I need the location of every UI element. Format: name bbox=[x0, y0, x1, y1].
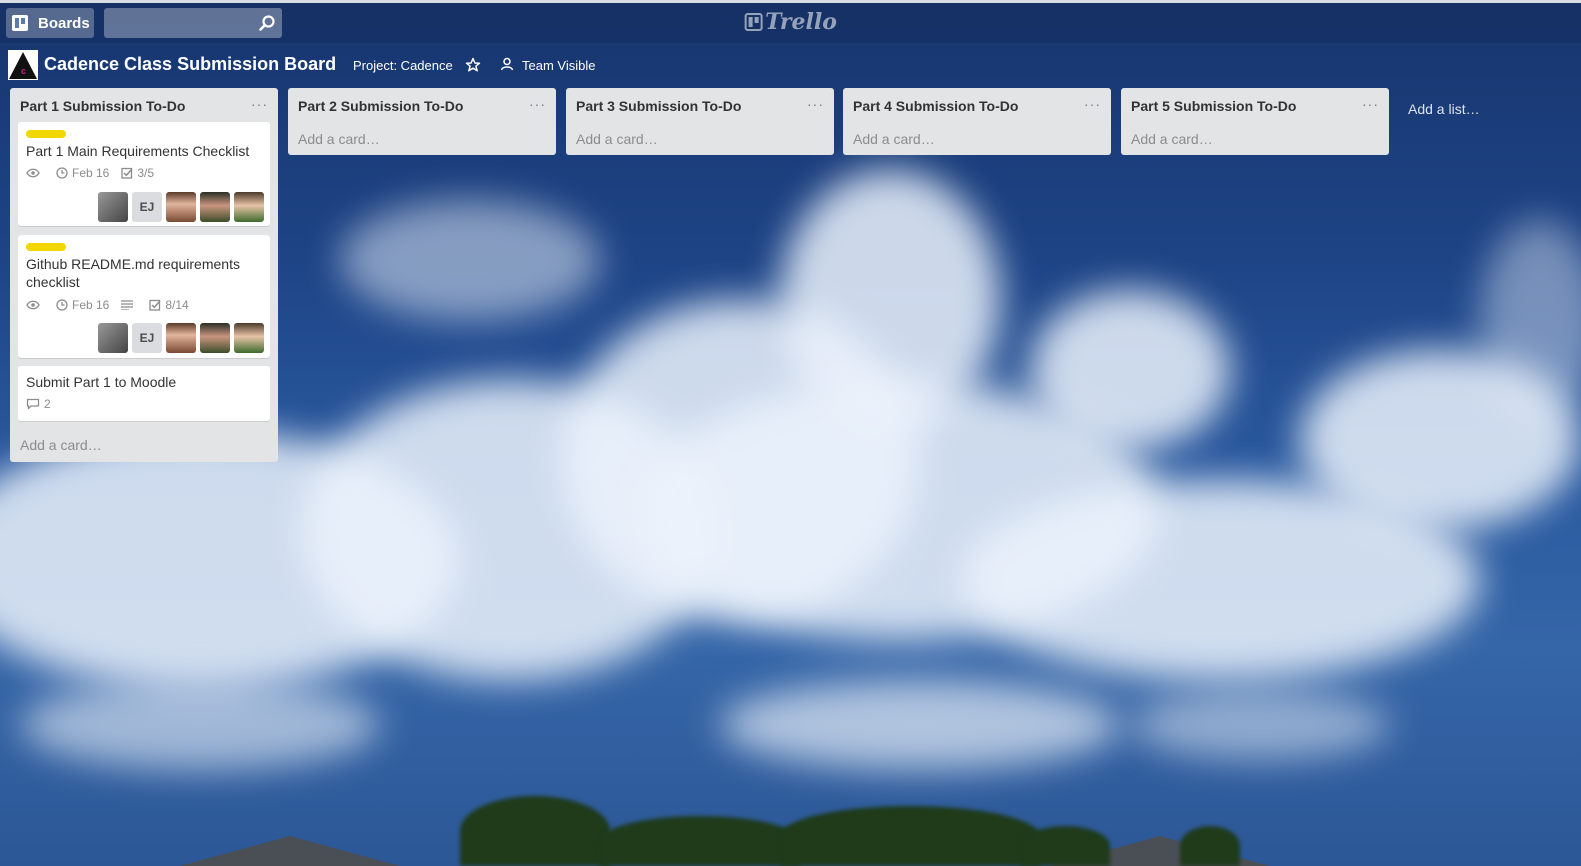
list-part-5: Part 5 Submission To-Do ··· Add a card… bbox=[1121, 88, 1389, 155]
team-icon bbox=[500, 57, 514, 71]
due-date-badge: Feb 16 bbox=[56, 298, 109, 312]
member-avatar[interactable] bbox=[98, 192, 128, 222]
description-badge bbox=[121, 300, 137, 310]
list-menu-button[interactable]: ··· bbox=[1362, 96, 1379, 112]
card-badges: Feb 16 8/14 bbox=[26, 298, 201, 312]
list-menu-button[interactable]: ··· bbox=[1084, 96, 1101, 112]
member-avatar-initials[interactable]: EJ bbox=[132, 323, 162, 353]
card-members: EJ bbox=[94, 323, 264, 353]
list-title[interactable]: Part 1 Submission To-Do bbox=[20, 98, 185, 114]
due-date-badge: Feb 16 bbox=[56, 166, 109, 180]
boards-icon bbox=[12, 15, 28, 31]
search-input[interactable] bbox=[104, 8, 254, 38]
add-list-button[interactable]: Add a list… bbox=[1408, 101, 1480, 117]
card-github-readme-checklist[interactable]: Github README.md requirements checklist … bbox=[18, 235, 270, 358]
due-date-text: Feb 16 bbox=[72, 298, 110, 312]
comment-icon bbox=[26, 398, 40, 410]
checkbox-icon bbox=[121, 167, 133, 179]
board-title[interactable]: Cadence Class Submission Board bbox=[44, 54, 336, 75]
member-avatar[interactable] bbox=[200, 192, 230, 222]
clock-icon bbox=[56, 299, 68, 311]
description-icon bbox=[121, 300, 134, 310]
list-menu-button[interactable]: ··· bbox=[251, 96, 268, 112]
member-avatar[interactable] bbox=[98, 323, 128, 353]
trello-logo-icon bbox=[744, 13, 763, 31]
comment-count: 2 bbox=[44, 397, 51, 411]
trello-logo[interactable]: Trello bbox=[744, 9, 837, 35]
list-part-1: Part 1 Submission To-Do ··· Part 1 Main … bbox=[10, 88, 278, 462]
search-icon[interactable] bbox=[258, 14, 276, 32]
add-card-button[interactable]: Add a card… bbox=[20, 437, 102, 453]
add-card-button[interactable]: Add a card… bbox=[576, 131, 658, 147]
boards-button-label: Boards bbox=[38, 14, 90, 32]
card-badges: 2 bbox=[26, 397, 63, 411]
card-part-1-main-requirements[interactable]: Part 1 Main Requirements Checklist Feb 1… bbox=[18, 122, 270, 226]
add-card-button[interactable]: Add a card… bbox=[853, 131, 935, 147]
member-avatar[interactable] bbox=[234, 192, 264, 222]
eye-icon bbox=[26, 300, 40, 310]
boards-button[interactable]: Boards bbox=[6, 8, 94, 38]
card-title: Submit Part 1 to Moodle bbox=[26, 374, 177, 390]
card-members: EJ bbox=[94, 192, 264, 222]
comments-badge: 2 bbox=[26, 397, 51, 411]
list-title[interactable]: Part 2 Submission To-Do bbox=[298, 98, 463, 114]
list-part-3: Part 3 Submission To-Do ··· Add a card… bbox=[566, 88, 834, 155]
member-avatar[interactable] bbox=[166, 323, 196, 353]
list-menu-button[interactable]: ··· bbox=[807, 96, 824, 112]
member-avatar[interactable] bbox=[234, 323, 264, 353]
add-card-button[interactable]: Add a card… bbox=[1131, 131, 1213, 147]
card-label-yellow bbox=[26, 243, 66, 251]
trello-logo-text: Trello bbox=[765, 9, 837, 35]
list-part-2: Part 2 Submission To-Do ··· Add a card… bbox=[288, 88, 556, 155]
member-avatar[interactable] bbox=[200, 323, 230, 353]
checklist-count: 3/5 bbox=[137, 166, 155, 180]
card-title: Part 1 Main Requirements Checklist bbox=[26, 143, 250, 159]
checklist-count: 8/14 bbox=[165, 298, 189, 312]
card-badges: Feb 16 3/5 bbox=[26, 166, 166, 180]
search-box bbox=[104, 8, 282, 38]
card-title: Github README.md requirements checklist bbox=[26, 256, 240, 290]
list-part-4: Part 4 Submission To-Do ··· Add a card… bbox=[843, 88, 1111, 155]
due-date-text: Feb 16 bbox=[72, 166, 110, 180]
top-header: Boards Trello bbox=[0, 0, 1581, 43]
clock-icon bbox=[56, 167, 68, 179]
checklist-badge: 3/5 bbox=[121, 166, 154, 180]
list-title[interactable]: Part 3 Submission To-Do bbox=[576, 98, 741, 114]
checklist-badge: 8/14 bbox=[149, 298, 189, 312]
checkbox-icon bbox=[149, 299, 161, 311]
board-avatar[interactable]: c bbox=[8, 50, 38, 80]
eye-icon bbox=[26, 168, 40, 178]
member-avatar-initials[interactable]: EJ bbox=[132, 192, 162, 222]
card-submit-part-1-moodle[interactable]: Submit Part 1 to Moodle 2 bbox=[18, 366, 270, 421]
star-icon[interactable] bbox=[465, 57, 481, 73]
team-visible-button[interactable]: Team Visible bbox=[522, 58, 595, 73]
watch-badge bbox=[26, 300, 44, 310]
list-title[interactable]: Part 5 Submission To-Do bbox=[1131, 98, 1296, 114]
board-project-link[interactable]: Project: Cadence bbox=[353, 58, 453, 73]
member-avatar[interactable] bbox=[166, 192, 196, 222]
card-label-yellow bbox=[26, 130, 66, 138]
list-title[interactable]: Part 4 Submission To-Do bbox=[853, 98, 1018, 114]
svg-text:c: c bbox=[21, 66, 26, 76]
watch-badge bbox=[26, 168, 44, 178]
list-menu-button[interactable]: ··· bbox=[529, 96, 546, 112]
add-card-button[interactable]: Add a card… bbox=[298, 131, 380, 147]
board-header: c Cadence Class Submission Board Project… bbox=[0, 43, 1581, 86]
